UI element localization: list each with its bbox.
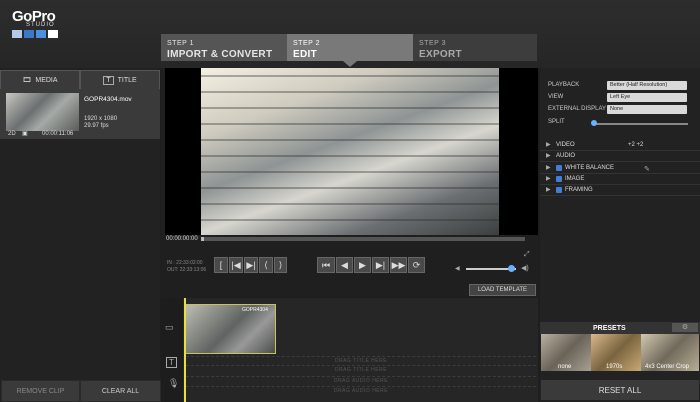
clip-fps: 29.97 fps <box>84 123 109 129</box>
clip-thumbnail[interactable] <box>6 93 79 131</box>
title-track-icon: T <box>166 357 177 368</box>
reset-all-button[interactable]: RESET ALL <box>541 380 699 400</box>
step-import-convert-tab[interactable]: STEP 1 IMPORT & CONVERT <box>161 34 287 61</box>
microphone-icon: 🎙 <box>168 378 180 388</box>
section-framing-label: FRAMING <box>565 187 593 193</box>
view-select[interactable]: Left Eye <box>607 93 687 102</box>
timeline-playhead[interactable] <box>184 298 186 402</box>
preset-4x3-label: 4x3 Center Crop <box>645 364 690 370</box>
current-timecode: 00:00:00:00 <box>166 236 198 242</box>
volume-slider-knob[interactable] <box>508 265 515 272</box>
presets-title: PRESETS <box>593 325 626 332</box>
step-number: STEP 2 <box>293 40 320 47</box>
step-title: EDIT <box>293 49 317 60</box>
fast-forward-button[interactable]: ▶▶ <box>390 257 407 273</box>
clip-filename: GOPR4304.mov <box>84 96 132 103</box>
step-number: STEP 3 <box>419 40 446 47</box>
section-white-balance[interactable]: ▶ WHITE BALANCE ✎ <box>540 163 700 174</box>
preset-1970s-label: 1970s <box>606 364 623 370</box>
loop-button[interactable]: ⟳ <box>408 257 425 273</box>
clip-resolution: 1920 x 1080 <box>84 116 118 122</box>
expand-arrow-icon: ▶ <box>546 187 551 193</box>
load-template-button[interactable]: LOAD TEMPLATE <box>469 284 536 296</box>
film-icon: 🎞 <box>22 77 32 84</box>
tab-title[interactable]: T TITLE <box>80 70 160 90</box>
step-back-button[interactable]: ◀ <box>336 257 353 273</box>
audio-drop-zone-2[interactable]: DRAG AUDIO HERE <box>186 386 536 395</box>
logo-square-3 <box>36 30 46 38</box>
section-video-label: VIDEO <box>556 142 575 148</box>
framing-checkbox[interactable] <box>556 187 562 193</box>
playback-select[interactable]: Better (Half Resolution) <box>607 81 687 90</box>
section-image-label: IMAGE <box>565 176 585 182</box>
logo-square-1 <box>12 30 22 38</box>
gear-icon[interactable]: ⚙ <box>672 323 698 332</box>
preset-none-label: none <box>558 364 572 370</box>
step-edit-tab[interactable]: STEP 2 EDIT <box>287 34 413 61</box>
expand-arrow-icon: ▶ <box>546 142 551 148</box>
logo-square-2 <box>24 30 34 38</box>
eyedropper-icon[interactable]: ✎ <box>644 165 650 173</box>
expand-arrow-icon: ▶ <box>546 165 551 171</box>
step-title: EXPORT <box>419 49 462 60</box>
remove-clip-button[interactable]: REMOVE CLIP <box>1 380 80 402</box>
audio-drop-zone-1[interactable]: DRAG AUDIO HERE <box>186 376 536 385</box>
scrub-handle[interactable] <box>201 237 204 241</box>
expand-arrow-icon: ▶ <box>546 176 551 182</box>
camera-icon: ▣ <box>22 131 28 137</box>
step-forward-button[interactable]: ▶| <box>372 257 389 273</box>
split-slider[interactable] <box>593 123 688 125</box>
section-framing[interactable]: ▶ FRAMING <box>540 185 700 196</box>
logo-square-4 <box>48 30 58 38</box>
clip-mode: 2D <box>8 131 16 137</box>
active-step-indicator <box>343 61 357 67</box>
clear-all-button[interactable]: CLEAR ALL <box>80 380 161 402</box>
play-button[interactable]: ▶ <box>354 257 371 273</box>
expand-arrow-icon: ▶ <box>546 153 551 159</box>
section-video[interactable]: ▶ VIDEO +2 +2 <box>540 140 700 151</box>
title-drop-zone-1[interactable]: DRAG TITLE HERE <box>186 356 536 365</box>
step-number: STEP 1 <box>167 40 194 47</box>
step-export-tab[interactable]: STEP 3 EXPORT <box>413 34 537 61</box>
split-label: SPLIT <box>548 119 565 125</box>
external-display-select[interactable]: None <box>607 105 687 114</box>
out-point: OUT: 22:33:13:06 <box>167 267 207 273</box>
in-point: IN : 22:33:02:00 <box>167 260 203 266</box>
section-audio-label: AUDIO <box>556 153 576 159</box>
tab-media[interactable]: 🎞 MEDIA <box>0 70 80 90</box>
timeline-clip-name: GOPR4304 <box>242 307 268 313</box>
scrub-bar[interactable] <box>201 237 525 241</box>
go-to-in-button[interactable]: |◀ <box>229 257 243 273</box>
clip-duration: 00:00:11:06 <box>42 131 74 137</box>
title-drop-zone-2[interactable]: DRAG TITLE HERE <box>186 365 536 374</box>
expand-icon[interactable]: ⤢ <box>524 251 530 259</box>
section-image[interactable]: ▶ IMAGE <box>540 174 700 185</box>
title-text-icon: T <box>103 75 114 85</box>
section-audio[interactable]: ▶ AUDIO <box>540 151 700 162</box>
step-title: IMPORT & CONVERT <box>167 49 273 60</box>
volume-low-icon: ◀ <box>455 266 460 272</box>
tab-media-label: MEDIA <box>35 76 58 84</box>
mark-in-bracket-button[interactable]: ⟨ <box>259 257 273 273</box>
go-to-out-button[interactable]: ▶| <box>244 257 258 273</box>
section-white-balance-label: WHITE BALANCE <box>565 165 615 171</box>
split-slider-knob[interactable] <box>591 120 597 126</box>
white-balance-checkbox[interactable] <box>556 165 562 171</box>
playback-label: PLAYBACK <box>548 82 580 88</box>
external-display-label: EXTERNAL DISPLAY <box>548 106 607 112</box>
rewind-button[interactable]: ⏮ <box>317 257 335 273</box>
section-video-extra: +2 +2 <box>628 142 644 148</box>
image-checkbox[interactable] <box>556 176 562 182</box>
view-label: VIEW <box>548 94 564 100</box>
mark-out-bracket-button[interactable]: ⟩ <box>274 257 287 273</box>
video-frame <box>201 68 499 235</box>
volume-high-icon: ◀) <box>521 265 529 272</box>
studio-logo-text: STUDIO <box>26 22 55 28</box>
tab-title-label: TITLE <box>117 76 137 84</box>
media-tabs: 🎞 MEDIA T TITLE <box>0 69 160 90</box>
mark-in-button[interactable]: [ <box>214 257 228 273</box>
video-track-icon: ▭ <box>165 322 174 332</box>
